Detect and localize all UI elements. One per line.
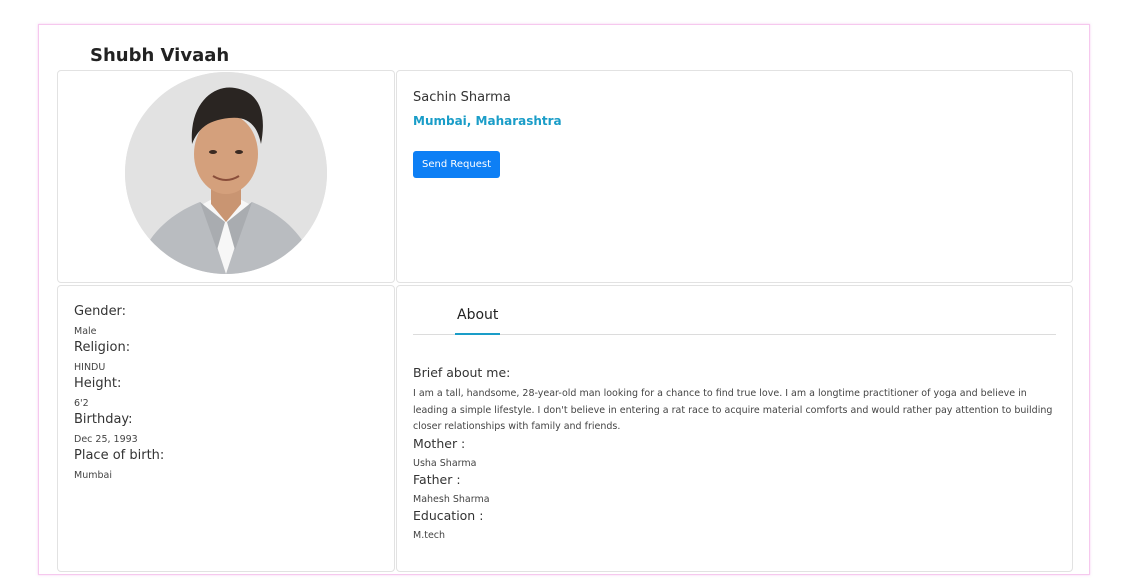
birthday-value: Dec 25, 1993 (74, 434, 138, 445)
profile-name: Sachin Sharma (413, 90, 511, 105)
profile-photo (125, 72, 327, 274)
photo-card (57, 70, 395, 283)
tab-bar: About (413, 305, 1056, 335)
gender-value: Male (74, 326, 97, 337)
mother-label: Mother : (413, 435, 466, 451)
education-label: Education : (413, 507, 484, 523)
religion-value: HINDU (74, 362, 106, 373)
tab-about[interactable]: About (455, 305, 501, 335)
religion-label: Religion: (74, 340, 131, 355)
father-label: Father : (413, 471, 461, 487)
place-of-birth-label: Place of birth: (74, 448, 165, 463)
details-list: Gender: Male Religion: HINDU Height: 6'2… (74, 304, 164, 484)
height-value: 6'2 (74, 398, 89, 409)
send-request-button[interactable]: Send Request (413, 151, 500, 178)
brief-label: Brief about me: (413, 365, 511, 380)
father-value: Mahesh Sharma (413, 493, 490, 505)
mother-value: Usha Sharma (413, 457, 477, 469)
gender-label: Gender: (74, 304, 127, 319)
about-content: Brief about me: I am a tall, handsome, 2… (413, 365, 1058, 544)
personal-details-card: Gender: Male Religion: HINDU Height: 6'2… (57, 285, 395, 572)
brief-text: I am a tall, handsome, 28-year-old man l… (413, 388, 1053, 432)
brand-title[interactable]: Shubh Vivaah (90, 45, 229, 66)
profile-page-frame: Shubh Vivaah Sachin Sharma Mumbai, Mahar… (38, 24, 1090, 575)
birthday-label: Birthday: (74, 412, 133, 427)
place-of-birth-value: Mumbai (74, 470, 112, 481)
about-card: About Brief about me: I am a tall, hands… (396, 285, 1073, 572)
height-label: Height: (74, 376, 122, 391)
profile-summary-card: Sachin Sharma Mumbai, Maharashtra Send R… (396, 70, 1073, 283)
profile-location: Mumbai, Maharashtra (413, 114, 562, 128)
education-value: M.tech (413, 529, 446, 541)
